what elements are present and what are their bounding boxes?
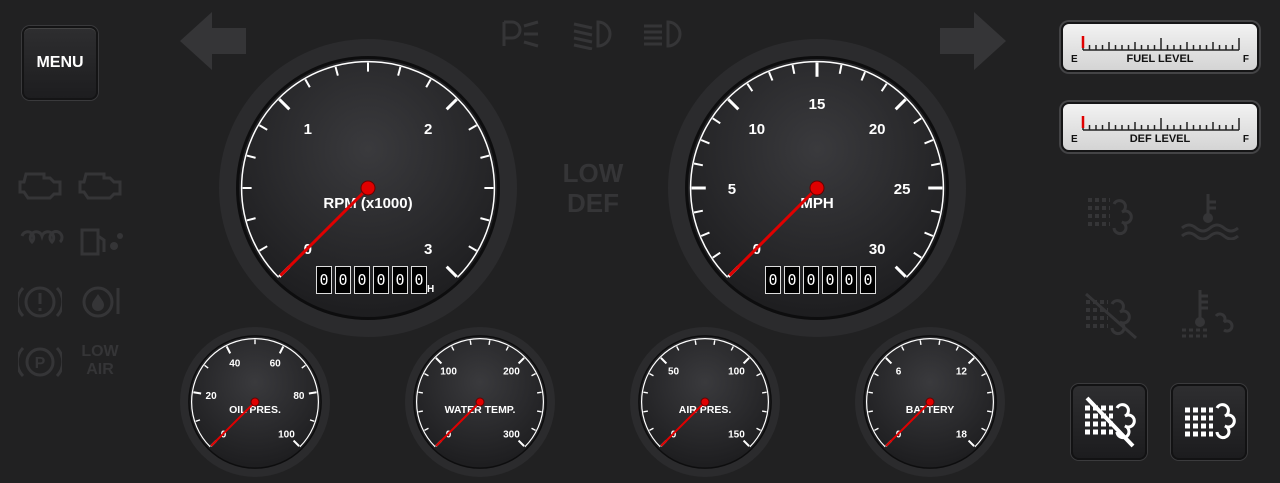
major-tick — [193, 391, 202, 395]
minor-tick — [488, 340, 491, 345]
tick-label: 20 — [869, 121, 886, 138]
tick-label: 40 — [229, 358, 241, 369]
tick-label: 30 — [869, 241, 886, 258]
svg-text:P: P — [35, 355, 46, 372]
odometer-digit: 0 — [784, 266, 800, 294]
tick-label: 12 — [956, 367, 968, 378]
needle-hub — [700, 397, 710, 407]
tick-label: 100 — [278, 429, 295, 440]
air-pressure-gauge: 050 100150AIR PRES. — [630, 327, 780, 477]
hour-meter: 000000 — [316, 266, 427, 294]
needle-hub — [475, 397, 485, 407]
tick-label: 15 — [809, 96, 826, 113]
check-engine-icon — [18, 172, 62, 200]
def-level-scale — [1081, 116, 1240, 131]
tick-label: 300 — [503, 429, 520, 440]
minor-tick — [868, 391, 873, 394]
tick-label: 10 — [748, 121, 765, 138]
tick-label: 25 — [894, 181, 911, 198]
odometer-digit: 0 — [316, 266, 332, 294]
needle-hub — [925, 397, 935, 407]
fuel-level-gauge: E FUEL LEVEL F — [1061, 22, 1259, 72]
regen-inhibit-button[interactable] — [1071, 384, 1147, 460]
tick-label: 18 — [956, 429, 968, 440]
tick-label: 2 — [424, 121, 432, 138]
minor-tick — [537, 410, 542, 413]
oil-pressure-gauge: 02040 6080100OIL PRES. — [180, 327, 330, 477]
minor-tick — [643, 391, 648, 394]
coolant-level-icon — [1181, 194, 1239, 240]
odometer-digit: 0 — [860, 266, 876, 294]
low-def-indicator: LOW DEF — [562, 158, 624, 218]
menu-button[interactable]: MENU — [22, 26, 98, 100]
regen-request-icon — [1185, 403, 1236, 440]
water-temp-gauge: 0100 200300WATER TEMP. — [405, 327, 555, 477]
needle-hub — [360, 180, 376, 196]
glow-plug-icon — [20, 230, 64, 245]
battery-gauge: 06 1218BATTERY — [855, 327, 1005, 477]
minor-tick — [469, 340, 472, 345]
odometer-digit: 0 — [765, 266, 781, 294]
def-level-label: DEF LEVEL — [1129, 133, 1191, 145]
odometer-digit: 0 — [841, 266, 857, 294]
tick-label: 1 — [304, 121, 312, 138]
water-in-fuel-icon — [80, 228, 123, 256]
major-tick — [308, 391, 317, 395]
low-beam-icon — [573, 20, 612, 50]
regen-request-button[interactable] — [1171, 384, 1247, 460]
tick-label: 100 — [440, 367, 457, 378]
dpf-regen-inhibit-icon — [1085, 292, 1137, 340]
odometer-digit: 0 — [822, 266, 838, 294]
tick-label: 100 — [728, 367, 745, 378]
odometer-digit: 0 — [803, 266, 819, 294]
minor-tick — [987, 410, 992, 413]
odometer-digit: 0 — [335, 266, 351, 294]
minor-tick — [537, 391, 542, 394]
def-level-gauge: E DEF LEVEL F — [1061, 102, 1259, 152]
def-full-label: F — [1242, 134, 1249, 145]
minor-tick — [643, 410, 648, 413]
odometer-digit: 0 — [392, 266, 408, 294]
minor-tick — [762, 410, 767, 413]
tick-label: 50 — [668, 367, 680, 378]
minor-tick — [919, 340, 922, 345]
tick-label: 200 — [503, 367, 520, 378]
dpf-regen-icon — [1088, 198, 1133, 236]
needle-hub — [809, 180, 825, 196]
tick-label: 6 — [896, 367, 902, 378]
engine-warning-icon — [78, 172, 122, 200]
odometer-digit: 0 — [354, 266, 370, 294]
low-air-indicator: LOW AIR — [81, 343, 119, 378]
minor-tick — [418, 391, 423, 394]
minor-tick — [868, 410, 873, 413]
regen-inhibit-icon — [1085, 396, 1136, 448]
high-exhaust-temp-icon — [1182, 290, 1234, 338]
tick-label: 5 — [728, 181, 736, 198]
tick-label: 80 — [293, 391, 305, 402]
fuel-level-scale — [1081, 36, 1240, 51]
needle-hub — [250, 397, 260, 407]
gauge-label: RPM (x1000) — [323, 195, 412, 212]
minor-tick — [938, 340, 941, 345]
tick-label: 150 — [728, 429, 745, 440]
fuel-level-label: FUEL LEVEL — [1126, 53, 1194, 65]
oil-pressure-warning-icon — [82, 286, 120, 318]
fuel-full-label: F — [1242, 54, 1249, 65]
odometer-digit: 0 — [411, 266, 427, 294]
minor-tick — [713, 340, 716, 345]
minor-tick — [418, 410, 423, 413]
parking-brake-icon: P — [18, 346, 62, 378]
odometer: 000000 — [765, 266, 876, 294]
brake-warning-icon — [18, 286, 62, 318]
tick-label: 3 — [424, 241, 432, 258]
hour-meter-unit: H — [427, 284, 435, 295]
minor-tick — [987, 391, 992, 394]
tick-label: 20 — [206, 391, 218, 402]
minor-tick — [694, 340, 697, 345]
minor-tick — [762, 391, 767, 394]
tick-label: 60 — [270, 358, 282, 369]
odometer-digit: 0 — [373, 266, 389, 294]
